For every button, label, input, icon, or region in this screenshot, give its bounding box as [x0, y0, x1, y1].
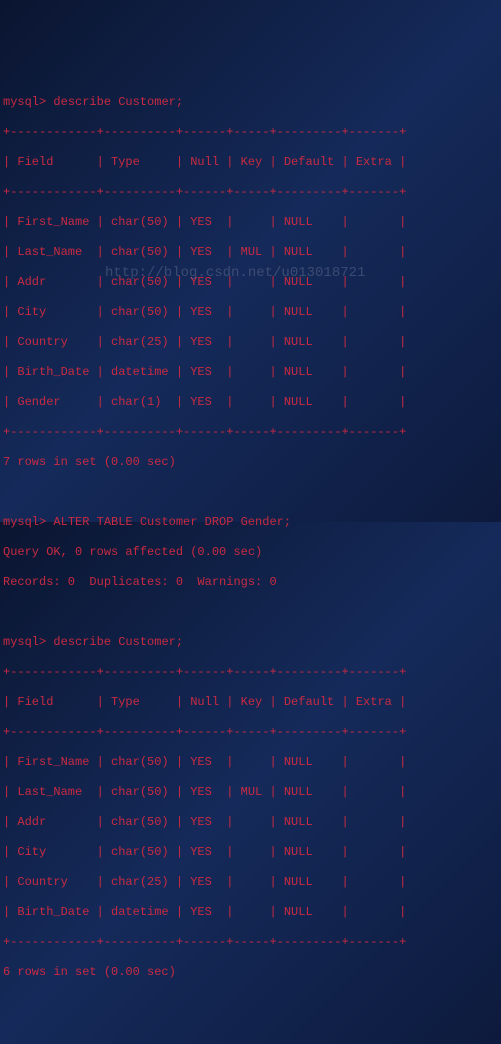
table2-row-3: | City | char(50) | YES | | NULL | |	[3, 845, 498, 860]
table2-row-4: | Country | char(25) | YES | | NULL | |	[3, 875, 498, 890]
blank-2	[3, 605, 498, 620]
table1-border-top: +------------+----------+------+-----+--…	[3, 125, 498, 140]
prompt: mysql>	[3, 95, 46, 109]
prompt: mysql>	[3, 515, 46, 529]
table1-row-6: | Gender | char(1) | YES | | NULL | |	[3, 395, 498, 410]
prompt-line-1: mysql> describe Customer;	[3, 95, 498, 110]
table1-border-bottom: +------------+----------+------+-----+--…	[3, 425, 498, 440]
prompt-line-3: mysql> describe Customer;	[3, 635, 498, 650]
table2-row-1: | Last_Name | char(50) | YES | MUL | NUL…	[3, 785, 498, 800]
blank-1	[3, 485, 498, 500]
table1-row-4: | Country | char(25) | YES | | NULL | |	[3, 335, 498, 350]
alter-result-2: Records: 0 Duplicates: 0 Warnings: 0	[3, 575, 498, 590]
table2-row-0: | First_Name | char(50) | YES | | NULL |…	[3, 755, 498, 770]
table2-border-top: +------------+----------+------+-----+--…	[3, 665, 498, 680]
result2: 6 rows in set (0.00 sec)	[3, 965, 498, 980]
table2-border-mid: +------------+----------+------+-----+--…	[3, 725, 498, 740]
table2-border-bottom: +------------+----------+------+-----+--…	[3, 935, 498, 950]
command-describe-2: describe Customer;	[53, 635, 183, 649]
table2-row-5: | Birth_Date | datetime | YES | | NULL |…	[3, 905, 498, 920]
alter-result-1: Query OK, 0 rows affected (0.00 sec)	[3, 545, 498, 560]
table1-border-mid: +------------+----------+------+-----+--…	[3, 185, 498, 200]
table2-row-2: | Addr | char(50) | YES | | NULL | |	[3, 815, 498, 830]
command-alter: ALTER TABLE Customer DROP Gender;	[53, 515, 291, 529]
table1-row-0: | First_Name | char(50) | YES | | NULL |…	[3, 215, 498, 230]
prompt: mysql>	[3, 635, 46, 649]
table1-row-2: | Addr | char(50) | YES | | NULL | |	[3, 275, 498, 290]
result1: 7 rows in set (0.00 sec)	[3, 455, 498, 470]
command-describe-1: describe Customer;	[53, 95, 183, 109]
prompt-line-2: mysql> ALTER TABLE Customer DROP Gender;	[3, 515, 498, 530]
table1-header: | Field | Type | Null | Key | Default | …	[3, 155, 498, 170]
table1-row-1: | Last_Name | char(50) | YES | MUL | NUL…	[3, 245, 498, 260]
table2-header: | Field | Type | Null | Key | Default | …	[3, 695, 498, 710]
table1-row-5: | Birth_Date | datetime | YES | | NULL |…	[3, 365, 498, 380]
table1-row-3: | City | char(50) | YES | | NULL | |	[3, 305, 498, 320]
